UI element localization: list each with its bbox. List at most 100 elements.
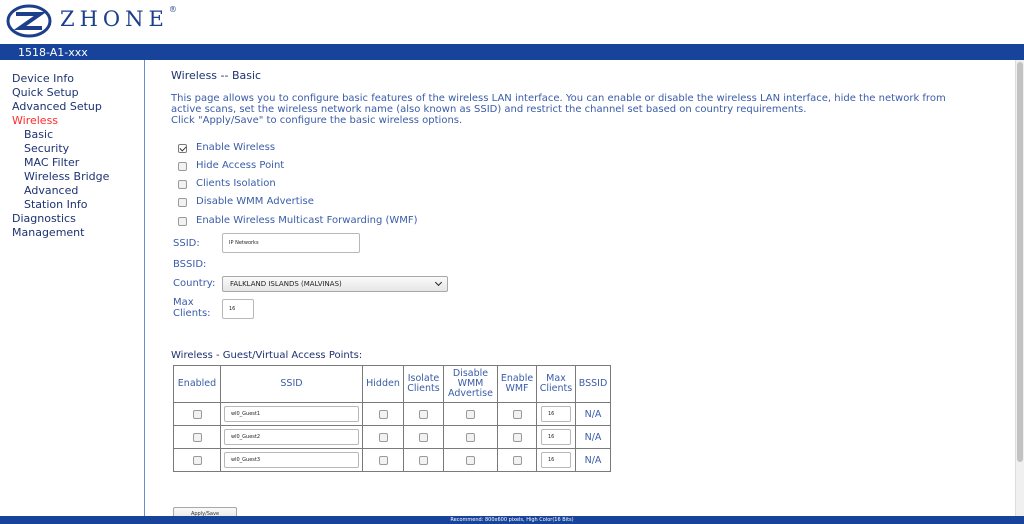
nav-mac-filter[interactable]: MAC Filter [24,156,79,169]
guest-section-title: Wireless - Guest/Virtual Access Points: [171,350,363,361]
nav-wireless-bridge[interactable]: Wireless Bridge [24,170,109,183]
cell-hidden [362,425,404,449]
cell-bssid: N/A [575,425,611,449]
disable-wmm-label: Disable WMM Advertise [196,196,314,207]
guest2-enabled-checkbox[interactable] [192,432,202,442]
guest2-hidden-checkbox[interactable] [378,432,388,442]
vertical-scrollbar[interactable] [1015,60,1024,516]
disable-wmm-checkbox[interactable] [178,198,187,207]
table-row: wl0_Guest3 16 N/A [173,448,611,472]
main-content: Wireless -- Basic This page allows you t… [145,60,1015,521]
ssid-input[interactable]: IP Networks [222,233,360,253]
cell-ssid: wl0_Guest3 [220,448,363,472]
scrollbar-thumb[interactable] [1017,62,1023,462]
nav-wireless-security[interactable]: Security [24,142,69,155]
nav-wireless[interactable]: Wireless [12,114,58,127]
header: ZHONE® [0,0,1024,44]
cell-wmf [497,425,537,449]
brand-name: ZHONE® [60,5,177,31]
guest1-max-clients-input[interactable]: 16 [541,406,571,422]
description-line: This page allows you to configure basic … [171,93,946,104]
guest3-isolate-checkbox[interactable] [419,455,428,465]
cell-hidden [362,448,404,472]
cell-bssid: N/A [575,402,611,426]
guest1-isolate-checkbox[interactable] [419,409,428,419]
col-enable-wmf: Enable WMF [497,365,537,403]
table-row: wl0_Guest2 16 N/A [173,425,611,449]
cell-isolate [403,402,444,426]
enable-wireless-checkbox[interactable] [178,144,187,153]
description-line: Click "Apply/Save" to configure the basi… [171,115,463,126]
nav-management[interactable]: Management [12,226,84,239]
page-title: Wireless -- Basic [171,69,262,82]
nav-wireless-advanced[interactable]: Advanced [24,184,78,197]
wmf-checkbox[interactable] [178,217,187,226]
hide-access-point-checkbox[interactable] [178,162,187,171]
col-wmf-line: WMF [505,383,529,394]
bssid-label: BSSID: [173,259,207,270]
footer-bar: Recommend: 800x600 pixels, High Color(16… [0,516,1024,524]
cell-hidden [362,402,404,426]
ssid-label: SSID: [173,238,200,249]
guest2-wmf-checkbox[interactable] [512,432,522,442]
nav-advanced-setup[interactable]: Advanced Setup [12,100,102,113]
country-select-value: FALKLAND ISLANDS (MALVINAS) [230,280,342,288]
guest3-wmf-checkbox[interactable] [512,455,522,465]
guest1-wmf-checkbox[interactable] [512,409,522,419]
col-hidden: Hidden [362,365,404,403]
guest3-max-clients-input[interactable]: 16 [541,452,571,468]
guest3-ssid-input[interactable]: wl0_Guest3 [224,452,359,468]
guest3-hidden-checkbox[interactable] [378,455,388,465]
cell-enabled [173,425,221,449]
col-max-clients: Max Clients [536,365,576,403]
col-isolate-line: Clients [407,383,440,394]
col-bssid: BSSID [575,365,611,403]
guest1-ssid-input[interactable]: wl0_Guest1 [224,406,359,422]
nav-quick-setup[interactable]: Quick Setup [12,86,79,99]
cell-max-clients: 16 [536,425,576,449]
max-clients-label-line: Clients: [173,308,211,319]
col-wmm-line: Advertise [448,388,493,399]
guest1-enabled-checkbox[interactable] [192,409,202,419]
max-clients-label-line: Max [173,297,194,308]
col-enabled: Enabled [173,365,221,403]
country-select[interactable]: FALKLAND ISLANDS (MALVINAS) [222,276,448,292]
cell-max-clients: 16 [536,402,576,426]
cell-ssid: wl0_Guest2 [220,425,363,449]
nav-device-info[interactable]: Device Info [12,72,74,85]
hide-access-point-label: Hide Access Point [196,160,285,171]
nav-diagnostics[interactable]: Diagnostics [12,212,76,225]
cell-wmm [443,425,498,449]
col-ssid: SSID [220,365,363,403]
cell-bssid: N/A [575,448,611,472]
max-clients-label: Max Clients: [173,297,211,319]
zhone-logo-icon [6,4,52,38]
guest2-isolate-checkbox[interactable] [419,432,428,442]
guest3-wmm-checkbox[interactable] [466,455,475,465]
description-line: active scans, set the wireless network n… [171,104,807,115]
guest2-wmm-checkbox[interactable] [466,432,475,442]
cell-max-clients: 16 [536,448,576,472]
table-header-row: Enabled SSID Hidden Isolate Clients Disab… [173,365,611,403]
cell-wmm [443,402,498,426]
cell-enabled [173,402,221,426]
guest-ap-table: Enabled SSID Hidden Isolate Clients Disab… [173,365,611,472]
max-clients-input[interactable]: 16 [222,299,254,319]
cell-ssid: wl0_Guest1 [220,402,363,426]
clients-isolation-checkbox[interactable] [178,180,187,189]
col-max-line: Clients [539,383,573,394]
wmf-label: Enable Wireless Multicast Forwarding (WM… [196,215,418,226]
cell-enabled [173,448,221,472]
cell-wmm [443,448,498,472]
guest1-wmm-checkbox[interactable] [466,409,475,419]
clients-isolation-label: Clients Isolation [196,178,276,189]
enable-wireless-label: Enable Wireless [196,142,276,153]
nav-wireless-basic[interactable]: Basic [24,128,53,141]
guest2-max-clients-input[interactable]: 16 [541,429,571,445]
guest1-hidden-checkbox[interactable] [378,409,388,419]
chevron-down-icon [434,278,443,287]
nav-station-info[interactable]: Station Info [24,198,87,211]
guest2-ssid-input[interactable]: wl0_Guest2 [224,429,359,445]
guest3-enabled-checkbox[interactable] [192,455,202,465]
cell-isolate [403,448,444,472]
